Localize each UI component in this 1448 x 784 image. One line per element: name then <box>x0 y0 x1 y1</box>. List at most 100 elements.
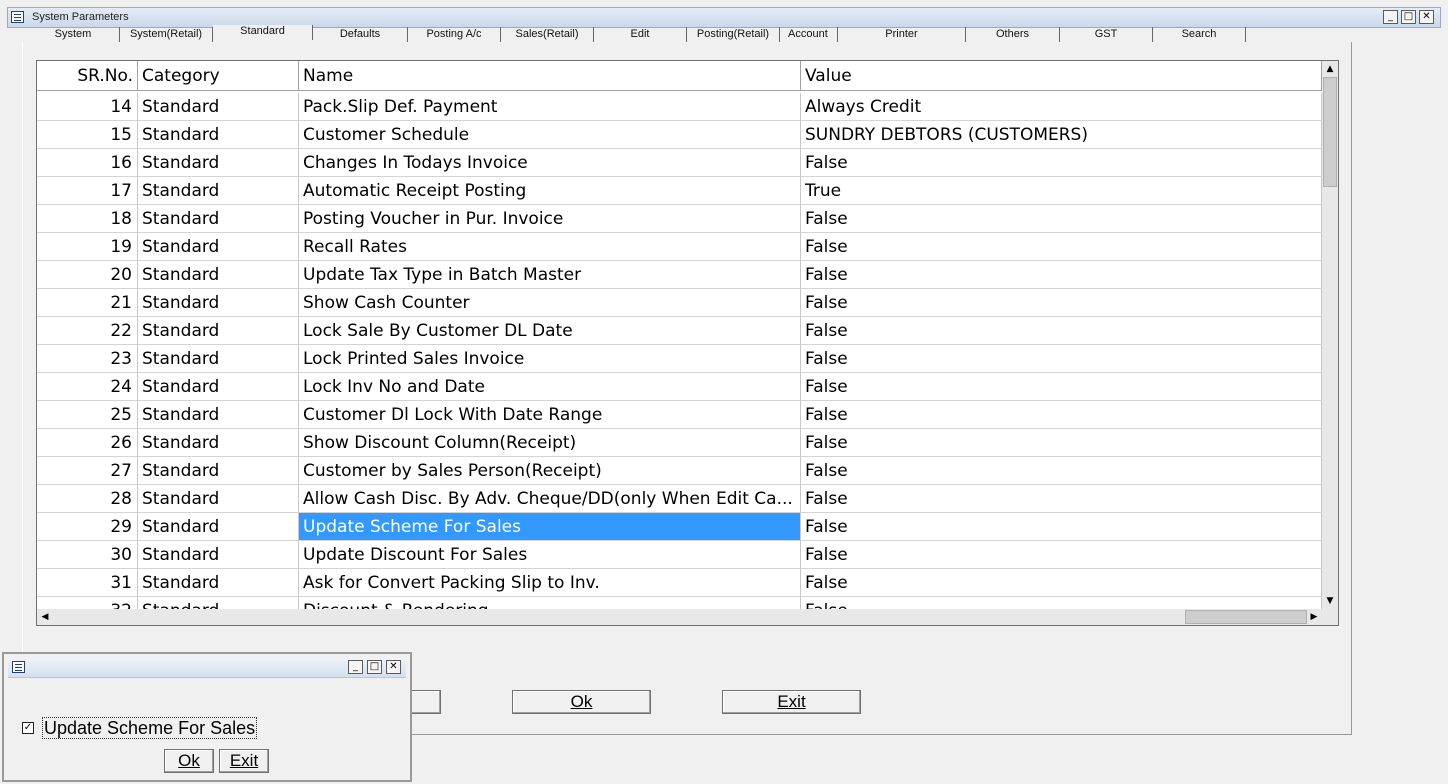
table-row[interactable]: 21 Standard Show Cash Counter False <box>37 289 1322 317</box>
app-menu-icon[interactable] <box>11 11 24 23</box>
cell-name[interactable]: Customer Schedule <box>299 121 801 149</box>
close-icon[interactable]: ✕ <box>1419 10 1434 24</box>
table-row[interactable]: 24 Standard Lock Inv No and Date False <box>37 373 1322 401</box>
tab-search[interactable]: Search <box>1153 27 1246 42</box>
cell-srno[interactable]: 29 <box>37 513 138 541</box>
cell-category[interactable]: Standard <box>138 401 299 429</box>
dialog-close-icon[interactable]: ✕ <box>386 660 401 674</box>
cell-name[interactable]: Show Discount Column(Receipt) <box>299 429 801 457</box>
cell-srno[interactable]: 26 <box>37 429 138 457</box>
cell-name[interactable]: Lock Sale By Customer DL Date <box>299 317 801 345</box>
ok-button[interactable]: Ok <box>512 690 651 714</box>
table-row[interactable]: 17 Standard Automatic Receipt Posting True <box>37 177 1322 205</box>
cell-category[interactable]: Standard <box>138 233 299 261</box>
minimize-icon[interactable]: _ <box>1383 10 1398 24</box>
cell-srno[interactable]: 24 <box>37 373 138 401</box>
table-row[interactable]: 26 Standard Show Discount Column(Receipt) F… <box>37 429 1322 457</box>
scroll-right-icon[interactable]: ▶ <box>1306 609 1322 625</box>
vertical-scrollbar[interactable]: ▲ ▼ <box>1322 61 1338 609</box>
cell-category[interactable]: Standard <box>138 457 299 485</box>
cell-category[interactable]: Standard <box>138 261 299 289</box>
cell-category[interactable]: Standard <box>138 485 299 513</box>
column-header-srno[interactable]: SR.No. <box>37 61 138 91</box>
cell-srno[interactable]: 15 <box>37 121 138 149</box>
cell-name[interactable]: Automatic Receipt Posting <box>299 177 801 205</box>
cell-name[interactable]: Update Scheme For Sales <box>299 513 801 541</box>
cell-name[interactable]: Lock Inv No and Date <box>299 373 801 401</box>
cell-name[interactable]: Recall Rates <box>299 233 801 261</box>
horizontal-scroll-thumb[interactable] <box>1185 610 1307 624</box>
cell-category[interactable]: Standard <box>138 317 299 345</box>
cell-value[interactable]: False <box>801 429 1322 457</box>
cell-value[interactable]: False <box>801 401 1322 429</box>
column-header-category[interactable]: Category <box>138 61 299 91</box>
cell-value[interactable]: False <box>801 373 1322 401</box>
dialog-menu-icon[interactable] <box>12 661 25 673</box>
cell-name[interactable]: Update Discount For Sales <box>299 541 801 569</box>
tab-sales-retail[interactable]: Sales(Retail) <box>501 27 594 42</box>
exit-button[interactable]: Exit <box>722 690 861 714</box>
cell-value[interactable]: Always Credit <box>801 93 1322 121</box>
tab-others[interactable]: Others <box>966 27 1060 42</box>
cell-category[interactable]: Standard <box>138 289 299 317</box>
column-header-name[interactable]: Name <box>299 61 801 91</box>
table-row[interactable]: 22 Standard Lock Sale By Customer DL Date F… <box>37 317 1322 345</box>
cell-category[interactable]: Standard <box>138 149 299 177</box>
table-row[interactable]: 19 Standard Recall Rates False <box>37 233 1322 261</box>
cell-category[interactable]: Standard <box>138 177 299 205</box>
cell-value[interactable]: False <box>801 513 1322 541</box>
cell-srno[interactable]: 21 <box>37 289 138 317</box>
cell-srno[interactable]: 16 <box>37 149 138 177</box>
table-row[interactable]: 20 Standard Update Tax Type in Batch Maste… <box>37 261 1322 289</box>
cell-name[interactable]: Posting Voucher in Pur. Invoice <box>299 205 801 233</box>
cell-category[interactable]: Standard <box>138 513 299 541</box>
cell-srno[interactable]: 31 <box>37 569 138 597</box>
cell-value[interactable]: False <box>801 233 1322 261</box>
update-scheme-checkbox-label[interactable]: Update Scheme For Sales <box>42 717 258 739</box>
tab-account[interactable]: Account <box>780 27 838 42</box>
cell-name[interactable]: Pack.Slip Def. Payment <box>299 93 801 121</box>
cell-value[interactable]: False <box>801 457 1322 485</box>
tab-gst[interactable]: GST <box>1060 27 1153 42</box>
parameters-grid[interactable]: SR.No. Category Name Value 14 Standard Pac… <box>36 60 1339 626</box>
cell-value[interactable]: False <box>801 317 1322 345</box>
cell-name[interactable]: Changes In Todays Invoice <box>299 149 801 177</box>
table-row[interactable]: 30 Standard Update Discount For Sales False <box>37 541 1322 569</box>
table-row[interactable]: 23 Standard Lock Printed Sales Invoice Fals… <box>37 345 1322 373</box>
table-row[interactable]: 25 Standard Customer Dl Lock With Date Ran… <box>37 401 1322 429</box>
tab-defaults[interactable]: Defaults <box>313 27 408 42</box>
cell-value[interactable]: False <box>801 569 1322 597</box>
cell-category[interactable]: Standard <box>138 429 299 457</box>
tab-standard[interactable]: Standard <box>213 25 313 40</box>
table-row[interactable]: 31 Standard Ask for Convert Packing Slip t… <box>37 569 1322 597</box>
scroll-down-icon[interactable]: ▼ <box>1322 593 1338 609</box>
horizontal-scrollbar[interactable]: ◀ ▶ <box>37 609 1338 625</box>
cell-name[interactable]: Allow Cash Disc. By Adv. Cheque/DD(only … <box>299 485 801 513</box>
table-row[interactable]: 14 Standard Pack.Slip Def. Payment Always C… <box>37 93 1322 121</box>
cell-srno[interactable]: 27 <box>37 457 138 485</box>
cell-name[interactable]: Show Cash Counter <box>299 289 801 317</box>
cell-value[interactable]: False <box>801 261 1322 289</box>
column-header-value[interactable]: Value <box>801 61 1322 91</box>
cell-value[interactable]: False <box>801 541 1322 569</box>
cell-value[interactable]: False <box>801 289 1322 317</box>
cell-srno[interactable]: 17 <box>37 177 138 205</box>
cell-srno[interactable]: 28 <box>37 485 138 513</box>
scroll-left-icon[interactable]: ◀ <box>37 609 53 625</box>
scroll-up-icon[interactable]: ▲ <box>1322 61 1338 77</box>
cell-value[interactable]: False <box>801 485 1322 513</box>
cell-name[interactable]: Ask for Convert Packing Slip to Inv. <box>299 569 801 597</box>
tab-system[interactable]: System <box>27 27 120 42</box>
cell-srno[interactable]: 20 <box>37 261 138 289</box>
table-row[interactable]: 15 Standard Customer Schedule SUNDRY DEBTOR… <box>37 121 1322 149</box>
cell-category[interactable]: Standard <box>138 541 299 569</box>
tab-posting-retail[interactable]: Posting(Retail) <box>687 27 780 42</box>
cell-category[interactable]: Standard <box>138 93 299 121</box>
dialog-exit-button[interactable]: Exit <box>219 749 269 773</box>
cell-srno[interactable]: 30 <box>37 541 138 569</box>
maximize-icon[interactable]: □ <box>1401 10 1416 24</box>
cell-category[interactable]: Standard <box>138 205 299 233</box>
tab-posting-ac[interactable]: Posting A/c <box>408 27 501 42</box>
cell-srno[interactable]: 14 <box>37 93 138 121</box>
cell-value[interactable]: False <box>801 149 1322 177</box>
